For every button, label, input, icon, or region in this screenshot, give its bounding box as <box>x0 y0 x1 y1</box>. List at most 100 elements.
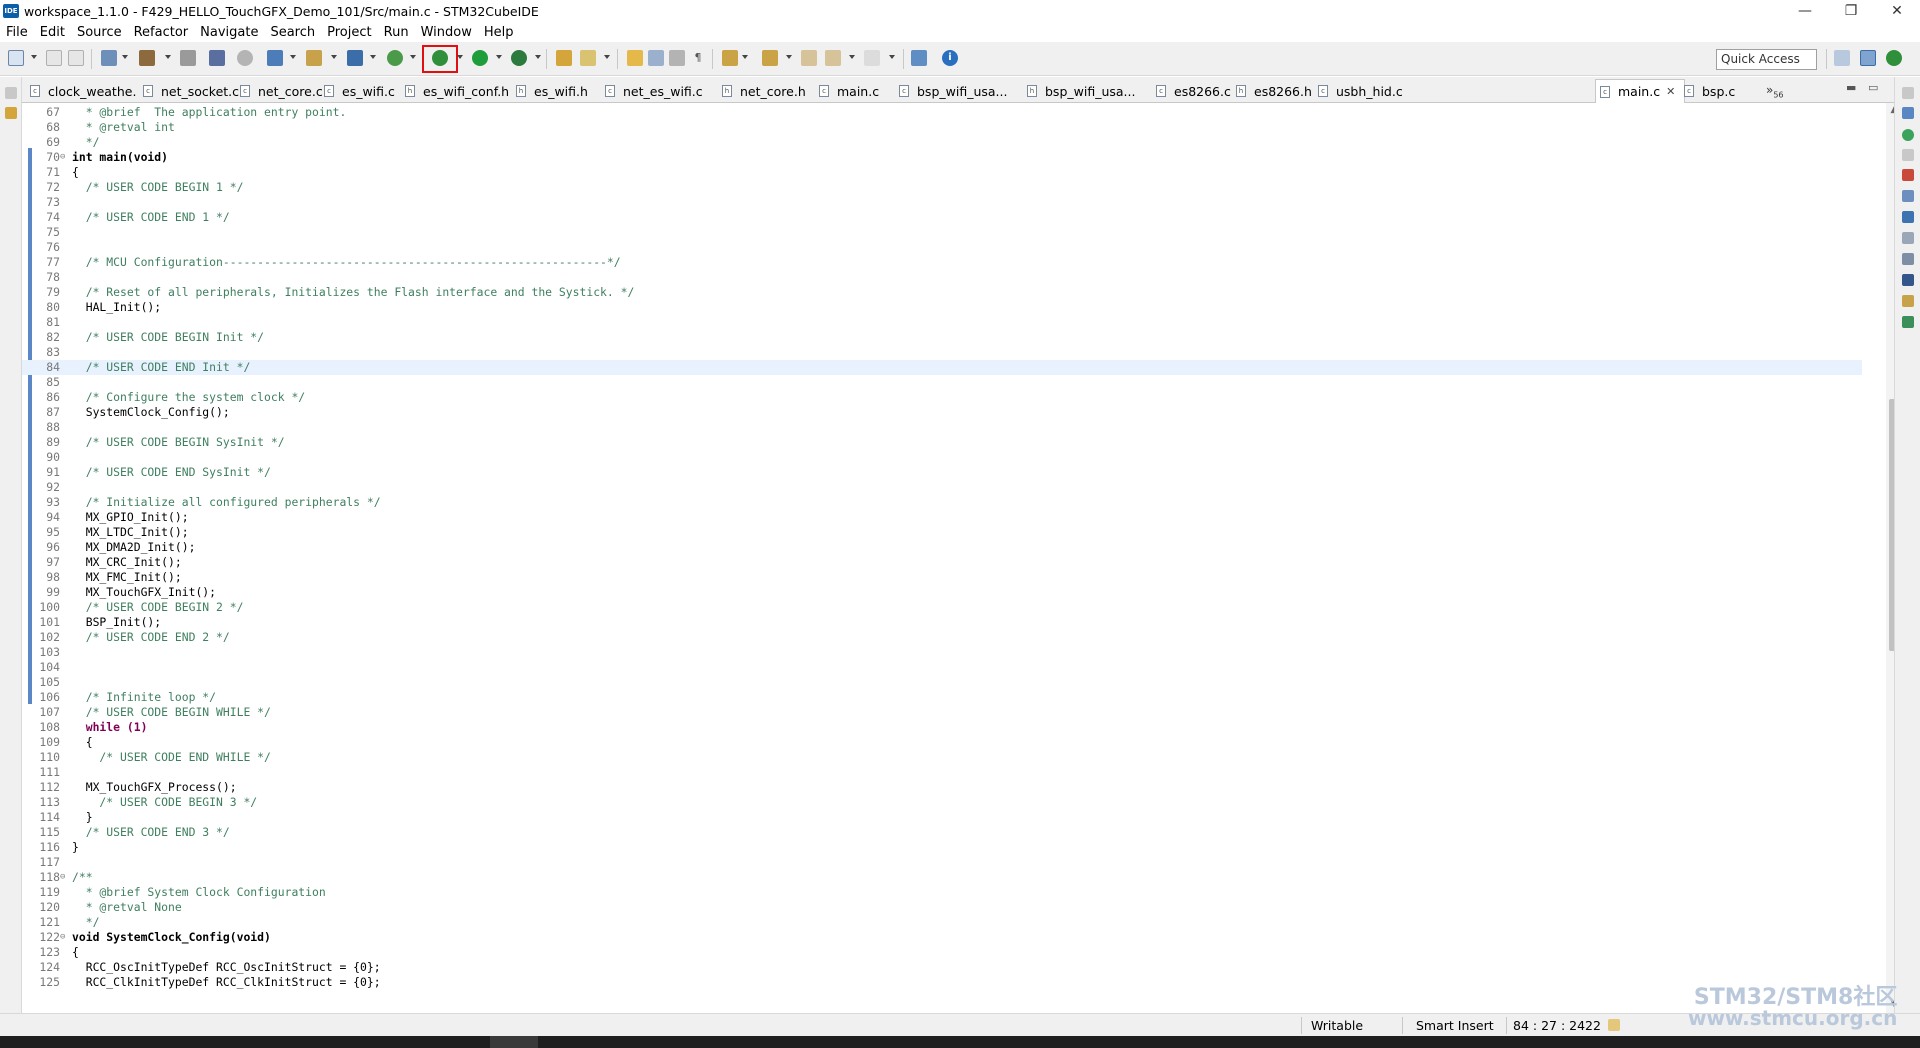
code-line[interactable]: 97 MX_CRC_Init(); <box>22 555 1862 570</box>
menu-refactor[interactable]: Refactor <box>134 25 189 40</box>
code-line[interactable]: 85 <box>22 375 1862 390</box>
new-class-icon[interactable] <box>347 50 363 66</box>
code-line[interactable]: 106 /* Infinite loop */ <box>22 690 1862 705</box>
editor-scrollbar[interactable]: ▲ ▼ <box>1886 103 1894 1013</box>
code-line[interactable]: 74 /* USER CODE END 1 */ <box>22 210 1862 225</box>
info-icon[interactable]: i <box>942 50 958 66</box>
tab-net-core-h[interactable]: h net_core.h <box>722 79 820 103</box>
menu-edit[interactable]: Edit <box>40 25 65 40</box>
code-line[interactable]: 96 MX_DMA2D_Init(); <box>22 540 1862 555</box>
forward-icon[interactable] <box>864 50 880 66</box>
outline-icon[interactable] <box>1902 107 1914 119</box>
tab-bsp-wifi-usart-1[interactable]: c bsp_wifi_usa... <box>899 79 1009 103</box>
build-dropdown-icon[interactable] <box>165 55 171 59</box>
menu-navigate[interactable]: Navigate <box>200 25 258 40</box>
open-folder-icon[interactable] <box>556 50 572 66</box>
properties-icon[interactable] <box>1902 232 1914 244</box>
block-selection-icon[interactable] <box>648 50 664 66</box>
code-line[interactable]: 71 { <box>22 165 1862 180</box>
tab-net-es-wifi-c[interactable]: c net_es_wifi.c <box>605 79 711 103</box>
code-line[interactable]: 86 /* Configure the system clock */ <box>22 390 1862 405</box>
external-tools-icon[interactable] <box>511 50 527 66</box>
menu-file[interactable]: File <box>6 25 28 40</box>
code-line[interactable]: 79 /* Reset of all peripherals, Initiali… <box>22 285 1862 300</box>
mark-occurrences-icon[interactable] <box>627 50 643 66</box>
build-targets-icon[interactable] <box>1902 129 1914 141</box>
back-icon[interactable] <box>825 50 841 66</box>
restore-icon[interactable] <box>1902 87 1914 99</box>
code-line[interactable]: 112 MX_TouchGFX_Process(); <box>22 780 1862 795</box>
binary-icon[interactable] <box>180 50 196 66</box>
code-line[interactable]: 82 /* USER CODE BEGIN Init */ <box>22 330 1862 345</box>
code-line[interactable]: 89 /* USER CODE BEGIN SysInit */ <box>22 435 1862 450</box>
progress-icon[interactable] <box>1902 274 1914 286</box>
tab-usbh-hid-c[interactable]: c usbh_hid.c <box>1318 79 1414 103</box>
save-icon[interactable] <box>46 50 62 66</box>
code-line[interactable]: 122 ⊖ void SystemClock_Config(void) <box>22 930 1862 945</box>
code-line[interactable]: 125 RCC_ClkInitTypeDef RCC_ClkInitStruct… <box>22 975 1862 990</box>
tab-es-wifi-h[interactable]: h es_wifi.h <box>516 79 606 103</box>
code-line[interactable]: 104 <box>22 660 1862 675</box>
forward-dropdown-icon[interactable] <box>889 55 895 59</box>
word-wrap-icon[interactable] <box>669 50 685 66</box>
run-icon[interactable] <box>472 50 488 66</box>
tab-close-icon[interactable]: ✕ <box>1666 85 1675 98</box>
code-line[interactable]: 70 ⊖ int main(void) <box>22 150 1862 165</box>
code-line[interactable]: 119 * @brief System Clock Configuration <box>22 885 1862 900</box>
previous-annotation-dropdown-icon[interactable] <box>786 55 792 59</box>
new-class-dropdown-icon[interactable] <box>370 55 376 59</box>
external-tools-dropdown-icon[interactable] <box>535 55 541 59</box>
search-view-icon[interactable] <box>1902 295 1914 307</box>
problems-icon[interactable] <box>1902 169 1914 181</box>
new-project-icon[interactable] <box>267 50 283 66</box>
new-dropdown-icon[interactable] <box>31 55 37 59</box>
menu-search[interactable]: Search <box>270 25 315 40</box>
code-line[interactable]: 124 RCC_OscInitTypeDef RCC_OscInitStruct… <box>22 960 1862 975</box>
search-file-icon[interactable] <box>237 50 253 66</box>
tab-bsp-wifi-usart-2[interactable]: h bsp_wifi_usa... <box>1027 79 1141 103</box>
next-annotation-icon[interactable] <box>722 50 738 66</box>
code-line[interactable]: 90 <box>22 450 1862 465</box>
tab-main-c-1[interactable]: c main.c <box>819 79 899 103</box>
open-task-icon[interactable] <box>580 50 596 66</box>
open-task-dropdown-icon[interactable] <box>604 55 610 59</box>
code-line[interactable]: 69 */ <box>22 135 1862 150</box>
fold-toggle-icon[interactable]: ⊖ <box>60 870 69 885</box>
whitespace-icon[interactable]: ¶ <box>690 50 706 66</box>
code-line[interactable]: 107 /* USER CODE BEGIN WHILE */ <box>22 705 1862 720</box>
code-line[interactable]: 108 while (1) <box>22 720 1862 735</box>
tabs-overflow-button[interactable]: »56 <box>1766 83 1784 99</box>
minimize-button[interactable]: — <box>1782 0 1828 22</box>
menu-help[interactable]: Help <box>484 25 514 40</box>
configure-dropdown-icon[interactable] <box>122 55 128 59</box>
tab-net-core-c[interactable]: c net_core.c <box>240 79 335 103</box>
taskbar-item[interactable] <box>490 1036 538 1048</box>
menu-source[interactable]: Source <box>77 25 122 40</box>
code-line[interactable]: 87 SystemClock_Config(); <box>22 405 1862 420</box>
code-line[interactable]: 67 * @brief The application entry point. <box>22 105 1862 120</box>
code-line[interactable]: 105 <box>22 675 1862 690</box>
code-line[interactable]: 72 /* USER CODE BEGIN 1 */ <box>22 180 1862 195</box>
debug-dropdown-icon[interactable] <box>457 55 463 59</box>
back-dropdown-icon[interactable] <box>849 55 855 59</box>
menu-run[interactable]: Run <box>384 25 409 40</box>
tab-es8266-c[interactable]: c es8266.c <box>1156 79 1236 103</box>
code-line[interactable]: 84 /* USER CODE END Init */ <box>22 360 1862 375</box>
code-line[interactable]: 114 } <box>22 810 1862 825</box>
code-line[interactable]: 92 <box>22 480 1862 495</box>
restore-icon[interactable] <box>1902 149 1914 161</box>
code-line[interactable]: 118 ⊖/** <box>22 870 1862 885</box>
project-explorer-icon[interactable] <box>5 107 17 119</box>
open-type-dropdown-icon[interactable] <box>331 55 337 59</box>
code-line[interactable]: 103 <box>22 645 1862 660</box>
pin-editor-icon[interactable] <box>911 50 927 66</box>
code-editor[interactable]: 67 * @brief The application entry point.… <box>22 103 1894 1013</box>
code-line[interactable]: 88 <box>22 420 1862 435</box>
fold-toggle-icon[interactable]: ⊖ <box>60 930 69 945</box>
code-line[interactable]: 81 <box>22 315 1862 330</box>
code-line[interactable]: 113 /* USER CODE BEGIN 3 */ <box>22 795 1862 810</box>
cpp-perspective-icon[interactable] <box>1860 50 1876 66</box>
menu-window[interactable]: Window <box>421 25 472 40</box>
tab-bsp-c[interactable]: c bsp.c <box>1684 79 1756 103</box>
code-line[interactable]: 80 HAL_Init(); <box>22 300 1862 315</box>
